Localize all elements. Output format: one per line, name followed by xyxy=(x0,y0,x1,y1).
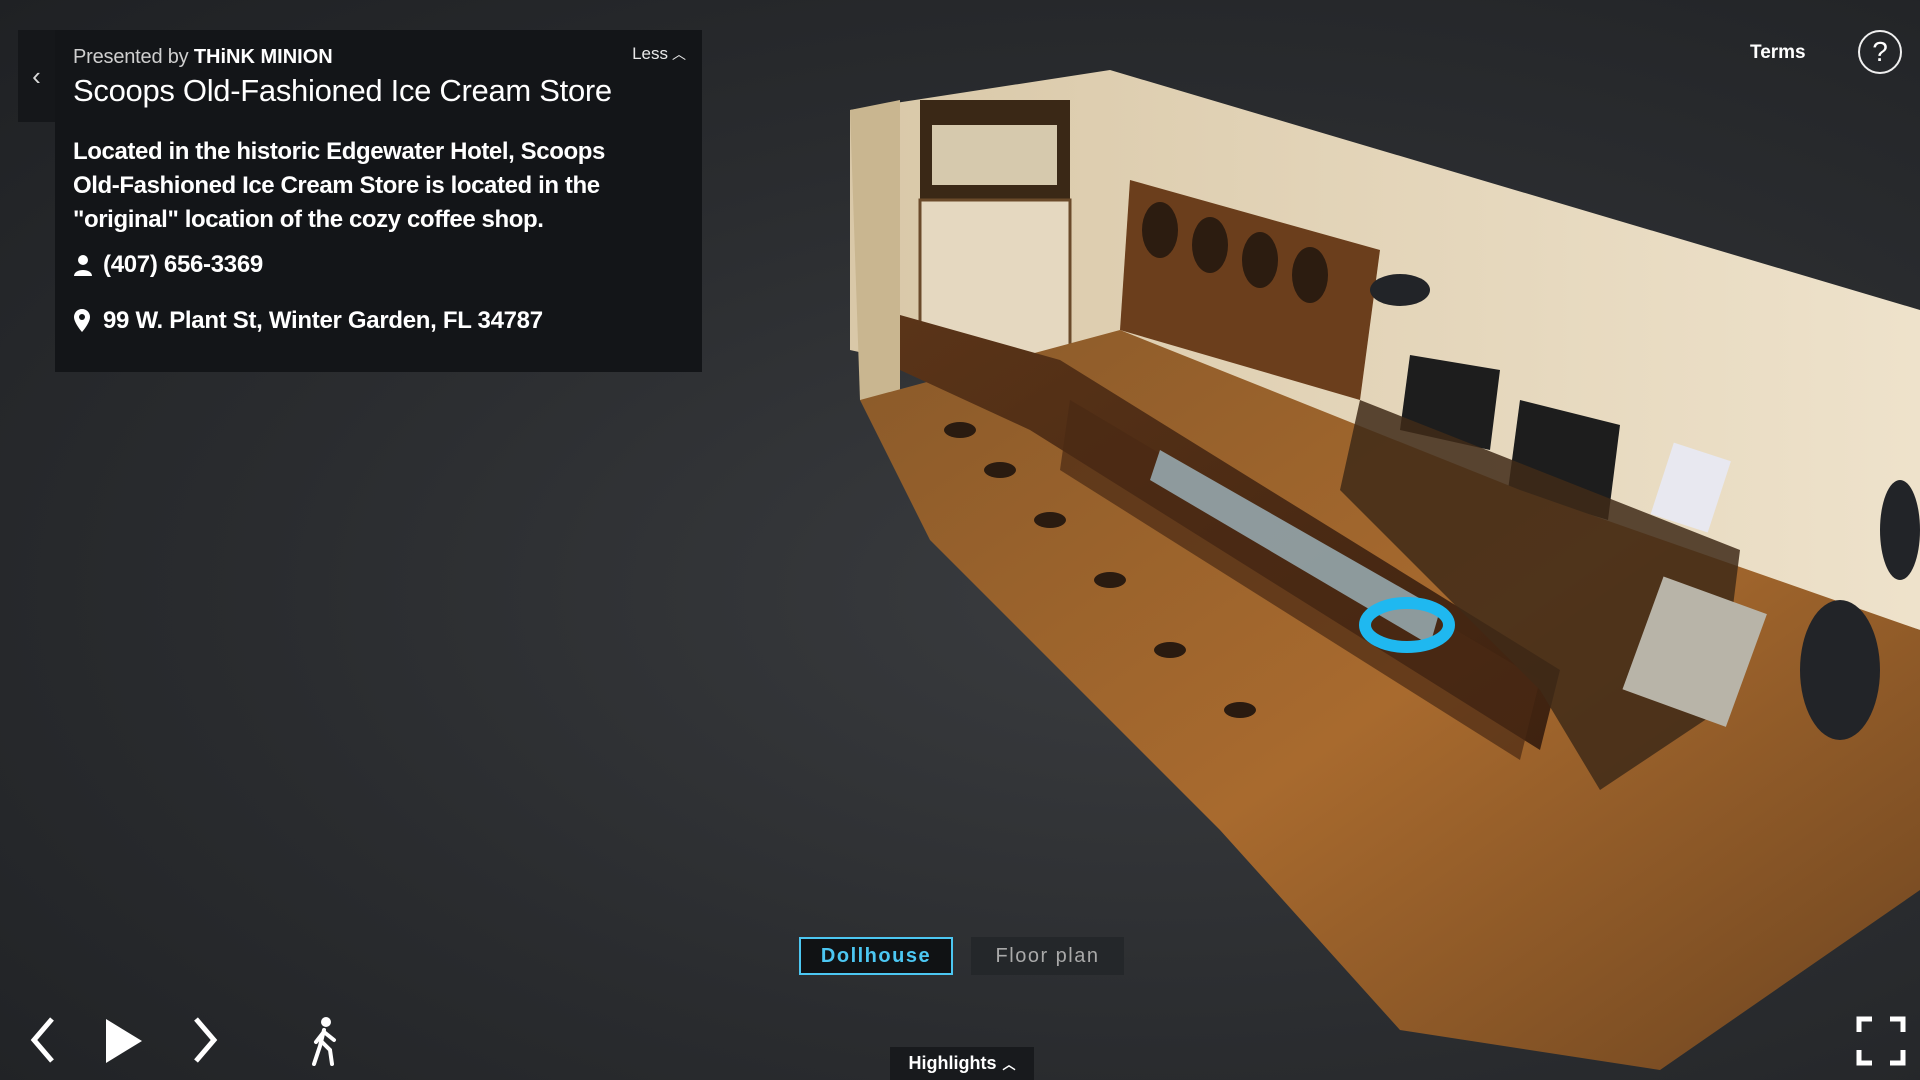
less-button[interactable]: Less ︿ xyxy=(632,44,686,64)
collapse-panel-button[interactable]: ‹ xyxy=(18,30,55,122)
presented-prefix: Presented by xyxy=(73,46,189,68)
fullscreen-icon xyxy=(1856,1016,1906,1066)
less-label: Less xyxy=(632,44,668,63)
address-row: 99 W. Plant St, Winter Garden, FL 34787 xyxy=(73,307,684,335)
previous-button[interactable] xyxy=(28,1015,56,1070)
play-button[interactable] xyxy=(104,1017,144,1070)
terms-link[interactable]: Terms xyxy=(1750,42,1806,64)
help-button[interactable]: ? xyxy=(1858,30,1902,74)
highlights-button[interactable]: Highlights ︿ xyxy=(890,1047,1034,1080)
highlights-label: Highlights xyxy=(908,1053,997,1073)
presenter-name[interactable]: THiNK MINION xyxy=(194,46,333,68)
window-grid xyxy=(932,125,1057,185)
floor-plan-view-button[interactable]: Floor plan xyxy=(971,937,1124,975)
play-icon xyxy=(106,1019,142,1063)
fullscreen-button[interactable] xyxy=(1856,1016,1906,1071)
walking-person-icon xyxy=(312,1017,336,1066)
person-icon xyxy=(73,254,103,276)
store-description: Located in the historic Edgewater Hotel,… xyxy=(73,138,605,233)
phone-row: (407) 656-3369 xyxy=(73,251,684,279)
info-panel: Presented by THiNK MINION Less ︿ Scoops O… xyxy=(55,30,702,372)
chevron-left-icon xyxy=(30,1017,54,1063)
phone-number[interactable]: (407) 656-3369 xyxy=(103,251,263,279)
left-wall xyxy=(850,100,900,400)
chevron-up-icon: ︿ xyxy=(1002,1057,1016,1072)
dollhouse-render xyxy=(850,70,1920,1070)
next-button[interactable] xyxy=(192,1015,220,1070)
chevron-up-icon: ︿ xyxy=(672,46,686,62)
chevron-left-icon: ‹ xyxy=(32,60,41,91)
dollhouse-view-button[interactable]: Dollhouse xyxy=(799,937,953,975)
question-circle-icon: ? xyxy=(1872,36,1888,67)
address[interactable]: 99 W. Plant St, Winter Garden, FL 34787 xyxy=(103,307,543,335)
walkthrough-mode-button[interactable] xyxy=(308,1016,342,1071)
map-pin-icon xyxy=(73,309,103,333)
chevron-right-icon xyxy=(194,1017,218,1063)
presented-by: Presented by THiNK MINION xyxy=(73,46,684,69)
store-title: Scoops Old-Fashioned Ice Cream Store xyxy=(73,73,612,108)
dollhouse-model[interactable] xyxy=(840,70,1920,1070)
